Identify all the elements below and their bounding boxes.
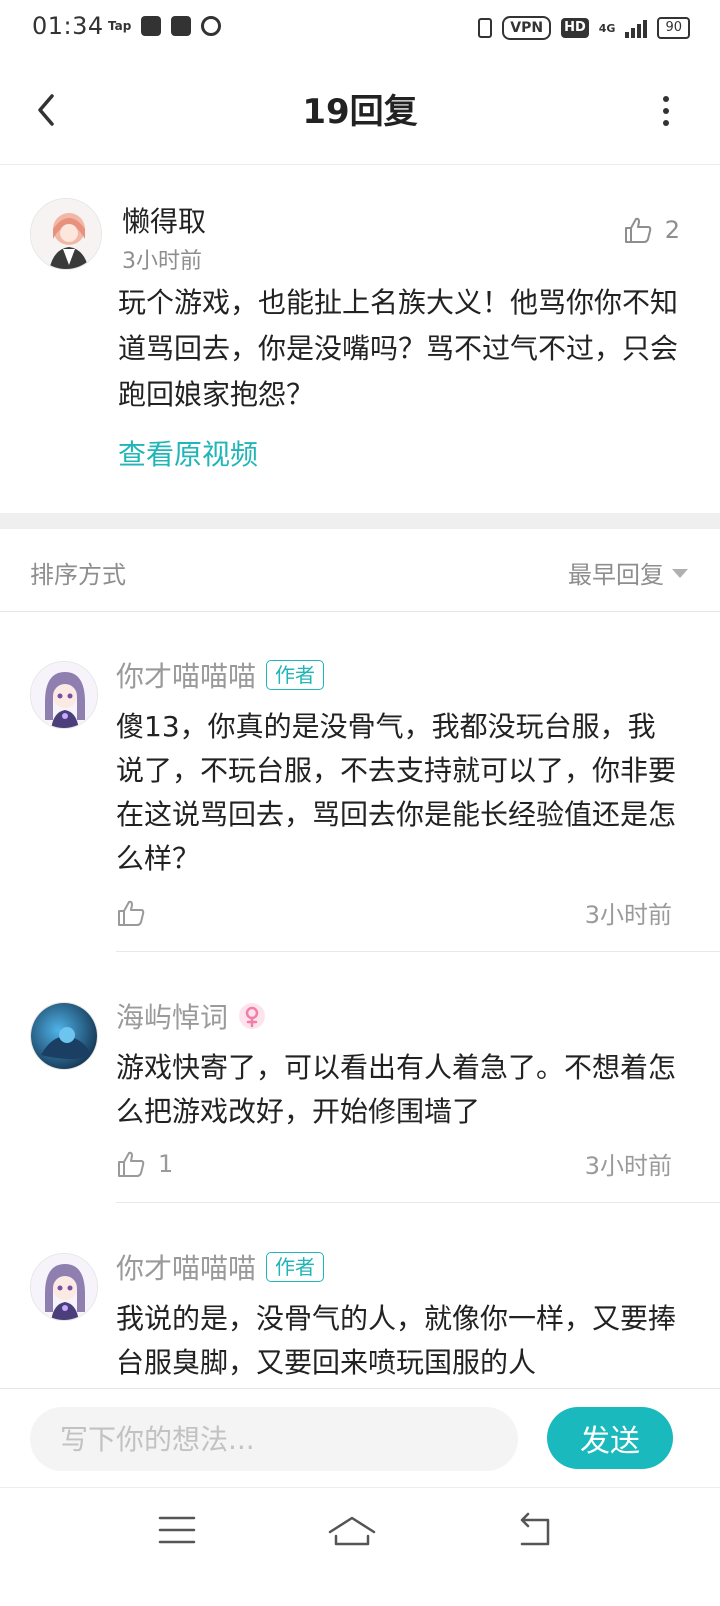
nav-menu-button[interactable]	[148, 1510, 208, 1550]
reply-divider	[116, 951, 720, 952]
more-vertical-icon	[663, 96, 669, 102]
sync-icon	[201, 16, 222, 36]
network-type: 4G	[598, 21, 616, 35]
reply-like-count: 1	[158, 1149, 174, 1178]
thumbs-up-icon	[624, 217, 651, 243]
reply-author[interactable]: 你才喵喵喵 作者	[116, 1247, 325, 1287]
reply-like-button[interactable]	[116, 898, 158, 928]
reply-footer: 1 3小时前	[116, 1146, 672, 1181]
menu-icon	[158, 1516, 196, 1544]
gallery-icon	[171, 16, 192, 36]
reply-timestamp: 3小时前	[584, 1152, 672, 1180]
post-like-count: 2	[664, 216, 680, 244]
vpn-indicator: VPN	[502, 16, 552, 40]
reply-author[interactable]: 海屿悼词	[116, 996, 266, 1036]
post-timestamp: 3小时前	[122, 249, 202, 274]
hd-indicator: HD	[561, 18, 589, 38]
reply-divider	[116, 1202, 720, 1203]
avatar[interactable]	[30, 1002, 98, 1070]
reply-author-avatar-image	[31, 662, 97, 728]
reply-author-avatar-image	[31, 1254, 97, 1320]
reply-author-avatar-image	[31, 1003, 97, 1069]
author-badge: 作者	[266, 1252, 325, 1282]
comment-input[interactable]	[30, 1407, 518, 1471]
message-icon	[141, 16, 162, 36]
reply-content: 游戏快寄了，可以看出有人着急了。不想着怎么把游戏改好，开始修围墙了	[116, 1051, 677, 1128]
battery-indicator: 90	[657, 17, 690, 39]
sort-dropdown[interactable]: 最早回复	[568, 555, 688, 590]
reply-content: 我说的是，没骨气的人，就像你一样，又要捧台服臭脚，又要回来喷玩国服的人	[116, 1302, 677, 1379]
nav-back-button[interactable]	[508, 1510, 568, 1550]
reply-footer: 3小时前	[116, 895, 672, 930]
reply-author[interactable]: 你才喵喵喵 作者	[116, 655, 325, 695]
author-badge: 作者	[266, 660, 325, 690]
nav-home-button[interactable]	[322, 1510, 382, 1550]
triangle-down-icon	[672, 569, 688, 578]
comment-input-bar: 发送	[0, 1388, 720, 1487]
reply-timestamp: 3小时前	[584, 901, 672, 929]
thumbs-up-icon	[118, 1151, 145, 1177]
page-title: 19回复	[302, 92, 418, 132]
home-icon	[328, 1516, 376, 1546]
vibrate-icon	[478, 18, 493, 38]
sort-bar: 排序方式 最早回复	[0, 529, 720, 612]
post-like-button[interactable]: 2	[623, 215, 680, 245]
system-navigation-bar	[0, 1487, 720, 1606]
back-arrow-icon	[520, 1512, 550, 1546]
avatar[interactable]	[30, 661, 98, 729]
section-divider	[0, 513, 720, 529]
more-options-button[interactable]	[660, 96, 672, 126]
status-system-icons: VPN HD 4G 90	[478, 16, 690, 40]
send-button[interactable]: 发送	[547, 1407, 673, 1469]
post-author-name[interactable]: 懒得取	[122, 200, 206, 240]
female-icon	[239, 1003, 266, 1029]
sort-selected-value: 最早回复	[568, 561, 664, 589]
reply-content: 傻13，你真的是没骨气，我都没玩台服，我说了，不玩台服，不去支持就可以了，你非要…	[116, 710, 677, 875]
reply-author-name: 海屿悼词	[116, 1001, 229, 1034]
taptap-icon: Tap	[108, 19, 132, 33]
status-bar: 01:34 Tap VPN HD 4G 90	[0, 0, 720, 56]
status-notification-icons: Tap	[108, 16, 222, 36]
status-time: 01:34	[32, 12, 104, 40]
original-post: 懒得取 3小时前 2 玩个游戏，也能扯上名族大义！他骂你你不知道骂回去，你是没嘴…	[0, 165, 720, 513]
avatar[interactable]	[30, 198, 102, 270]
thumbs-up-icon	[118, 900, 145, 926]
sort-label: 排序方式	[30, 561, 126, 589]
reply-author-name: 你才喵喵喵	[116, 1252, 257, 1285]
avatar[interactable]	[30, 1253, 98, 1321]
post-content: 玩个游戏，也能扯上名族大义！他骂你你不知道骂回去，你是没嘴吗？骂不过气不过，只会…	[118, 286, 679, 411]
post-author-avatar-image	[31, 199, 101, 269]
reply-like-button[interactable]: 1	[116, 1149, 173, 1179]
reply-author-name: 你才喵喵喵	[116, 660, 257, 693]
view-original-video-link[interactable]: 查看原视频	[118, 433, 258, 473]
top-app-bar: 19回复	[0, 56, 720, 165]
signal-icon	[625, 18, 648, 38]
